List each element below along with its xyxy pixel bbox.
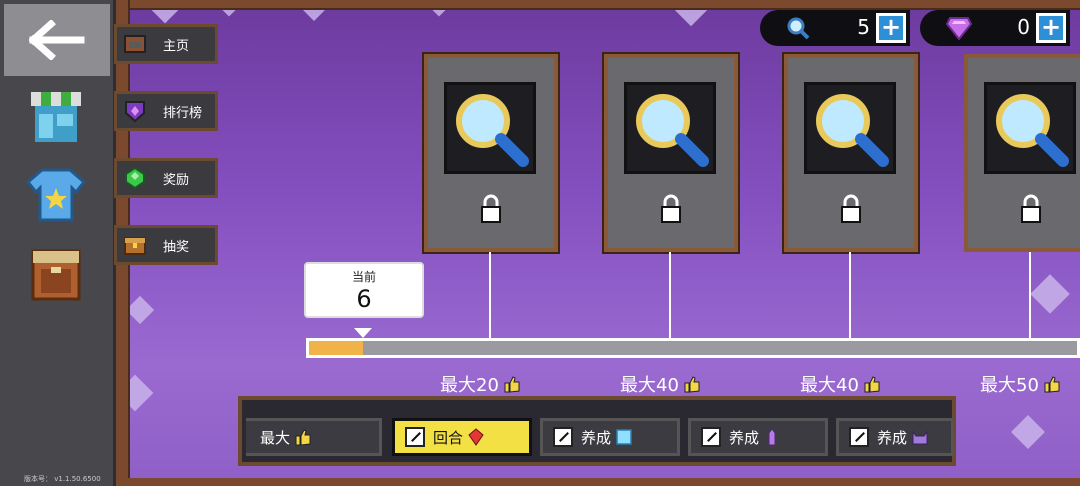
- purple-creature-icon: [912, 430, 928, 445]
- back-arrow-icon: [29, 20, 85, 60]
- lock-icon: [1021, 194, 1041, 223]
- magnifier-reward-icon: [816, 94, 889, 167]
- milestone-connector: [489, 252, 491, 340]
- magnifier-reward-icon: [636, 94, 709, 167]
- current-pointer: [354, 328, 372, 338]
- magnifier-count: 5: [857, 15, 870, 39]
- reward-card[interactable]: [964, 54, 1080, 252]
- filter-round-button[interactable]: 回合: [392, 418, 532, 456]
- add-magnifier-button[interactable]: +: [876, 13, 906, 43]
- treasure-chest-icon: [121, 231, 149, 259]
- milestone-label: 最大40: [620, 371, 701, 397]
- magnifier-icon: [787, 17, 810, 40]
- back-button[interactable]: [4, 4, 110, 76]
- expand-arrow-icon: [405, 427, 425, 447]
- lock-icon: [481, 194, 501, 223]
- sidebar: 版本号： v1.1.50.6500: [0, 0, 116, 486]
- current-progress-bubble: 当前 6: [304, 262, 424, 318]
- thumbs-up-icon: [1044, 376, 1060, 393]
- filter-max-button[interactable]: 最大: [246, 418, 382, 456]
- thumbs-up-icon: [504, 376, 520, 393]
- progress-fill: [309, 341, 363, 355]
- red-gem-icon: [468, 428, 484, 446]
- purple-gem-icon: [946, 17, 972, 40]
- milestone-label: 最大40: [800, 371, 881, 397]
- milestone-connector: [849, 252, 851, 340]
- filter-label: 养成: [729, 428, 760, 447]
- backpack-icon[interactable]: [24, 242, 88, 304]
- tab-home-label: 主页: [163, 38, 190, 54]
- current-value: 6: [356, 285, 372, 313]
- thumbs-up-icon: [295, 429, 311, 446]
- tab-leaderboard[interactable]: 排行榜: [114, 91, 218, 131]
- filter-label: 最大: [260, 428, 291, 447]
- thumbs-up-icon: [684, 376, 700, 393]
- home-chest-icon: [121, 30, 149, 58]
- tab-rewards[interactable]: 奖励: [114, 158, 218, 198]
- progress-track: [306, 338, 1080, 358]
- gem-count: 0: [1017, 15, 1030, 39]
- milestone-connector: [1029, 252, 1031, 340]
- expand-arrow-icon: [553, 427, 573, 447]
- purple-crystal-icon: [768, 428, 776, 446]
- filter-label: 养成: [877, 428, 908, 447]
- tab-lottery-label: 抽奖: [163, 239, 190, 255]
- reward-card[interactable]: [422, 52, 560, 254]
- filter-bar: 最大 回合 养成 养成 养成: [238, 396, 956, 466]
- shield-gem-icon: [121, 97, 149, 125]
- milestone-label: 最大50: [980, 371, 1061, 397]
- tab-rewards-label: 奖励: [163, 172, 190, 188]
- lock-icon: [661, 194, 681, 223]
- magnifier-reward-icon: [456, 94, 529, 167]
- magnifier-reward-icon: [996, 94, 1069, 167]
- frame-bottom: [116, 478, 1080, 486]
- expand-arrow-icon: [849, 427, 869, 447]
- gem-currency: 0 +: [920, 10, 1070, 46]
- tab-home[interactable]: 主页: [114, 24, 218, 64]
- thumbs-up-icon: [864, 376, 880, 393]
- filter-cultivate-button[interactable]: 养成: [688, 418, 828, 456]
- current-label: 当前: [351, 270, 376, 284]
- shop-icon[interactable]: [24, 86, 88, 148]
- outfit-icon[interactable]: [24, 164, 88, 226]
- green-gem-icon: [121, 164, 149, 192]
- lock-icon: [841, 194, 861, 223]
- expand-arrow-icon: [701, 427, 721, 447]
- filter-cultivate-button[interactable]: 养成: [836, 418, 954, 456]
- magnifier-currency: 5 +: [760, 10, 910, 46]
- frame-top: [116, 0, 1080, 10]
- tab-lottery[interactable]: 抽奖: [114, 225, 218, 265]
- reward-card[interactable]: [602, 52, 740, 254]
- ice-block-icon: [616, 429, 632, 445]
- milestone-connector: [669, 252, 671, 340]
- filter-label: 回合: [433, 428, 464, 447]
- filter-cultivate-button[interactable]: 养成: [540, 418, 680, 456]
- filter-label: 养成: [581, 428, 612, 447]
- tab-leaderboard-label: 排行榜: [163, 105, 203, 121]
- milestone-label: 最大20: [440, 371, 521, 397]
- reward-card[interactable]: [782, 52, 920, 254]
- version-text: 版本号： v1.1.50.6500: [24, 475, 101, 483]
- add-gem-button[interactable]: +: [1036, 13, 1066, 43]
